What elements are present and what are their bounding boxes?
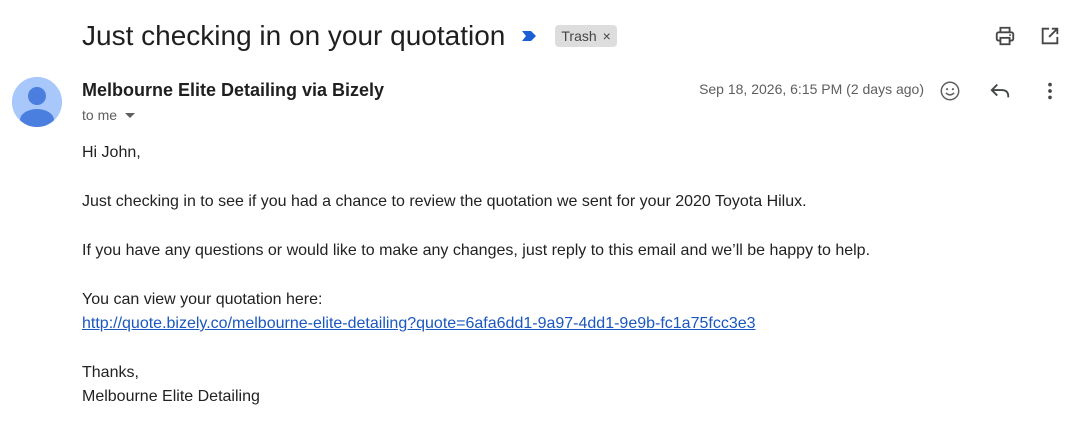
more-vert-icon[interactable] [1038, 79, 1062, 103]
open-in-new-icon[interactable] [1038, 24, 1062, 48]
paragraph-questions: If you have any questions or would like … [82, 242, 871, 259]
greeting: Hi John, [82, 144, 141, 161]
recipient-text: to me [82, 107, 118, 123]
label-chip-text: Trash [561, 28, 597, 44]
message-date: Sep 18, 2026, 6:15 PM (2 days ago) [699, 81, 924, 97]
quotation-link[interactable]: http://quote.bizely.co/melbourne-elite-d… [82, 315, 756, 332]
sender-avatar[interactable] [12, 77, 62, 127]
label-chip-trash[interactable]: Trash × [555, 25, 617, 47]
signature: Melbourne Elite Detailing [82, 388, 260, 405]
chevron-down-icon[interactable] [125, 112, 136, 118]
view-quotation-text: You can view your quotation here: [82, 291, 323, 308]
emoji-reaction-icon[interactable] [938, 79, 962, 103]
email-view: Just checking in on your quotation Trash… [0, 0, 1080, 436]
paragraph-review: Just checking in to see if you had a cha… [82, 193, 807, 210]
subject-row: Just checking in on your quotation Trash… [82, 14, 617, 58]
recipient-row[interactable]: to me [82, 106, 136, 124]
email-body: Hi John, Just checking in to see if you … [82, 141, 1042, 409]
importance-marker-icon[interactable] [521, 29, 537, 43]
email-subject: Just checking in on your quotation [82, 20, 506, 51]
print-icon[interactable] [993, 24, 1017, 48]
remove-label-icon[interactable]: × [603, 29, 611, 43]
signoff: Thanks, [82, 364, 139, 381]
default-person-avatar-icon [12, 77, 62, 127]
reply-icon[interactable] [988, 79, 1012, 103]
sender-name[interactable]: Melbourne Elite Detailing via Bizely [82, 80, 384, 101]
